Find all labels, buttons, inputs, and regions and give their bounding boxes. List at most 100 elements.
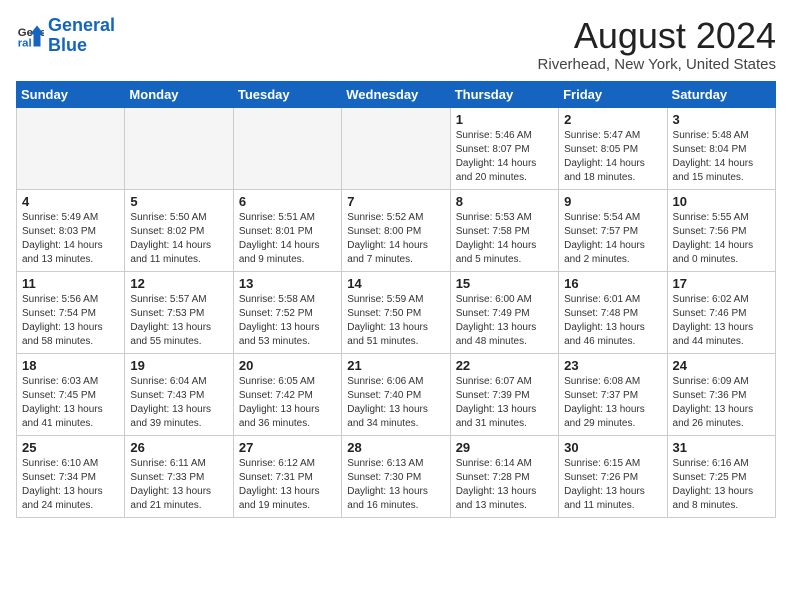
weekday-header-tuesday: Tuesday [233,81,341,107]
cell-text: Sunrise: 5:48 AMSunset: 8:04 PMDaylight:… [673,129,770,185]
cell-text: Sunrise: 6:10 AMSunset: 7:34 PMDaylight:… [22,457,119,513]
day-number: 4 [22,194,119,209]
day-number: 9 [564,194,661,209]
day-cell-22: 22 Sunrise: 6:07 AMSunset: 7:39 PMDayligh… [450,353,558,435]
svg-text:ral: ral [18,37,32,49]
day-cell-3: 3 Sunrise: 5:48 AMSunset: 8:04 PMDaylight… [667,107,775,189]
cell-text: Sunrise: 5:53 AMSunset: 7:58 PMDaylight:… [456,211,553,267]
day-cell-11: 11 Sunrise: 5:56 AMSunset: 7:54 PMDayligh… [17,271,125,353]
day-number: 28 [347,440,444,455]
day-number: 15 [456,276,553,291]
day-number: 12 [130,276,227,291]
cell-text: Sunrise: 6:03 AMSunset: 7:45 PMDaylight:… [22,375,119,431]
cell-text: Sunrise: 5:52 AMSunset: 8:00 PMDaylight:… [347,211,444,267]
day-number: 29 [456,440,553,455]
day-cell-16: 16 Sunrise: 6:01 AMSunset: 7:48 PMDayligh… [559,271,667,353]
day-cell-1: 1 Sunrise: 5:46 AMSunset: 8:07 PMDaylight… [450,107,558,189]
day-number: 27 [239,440,336,455]
cell-text: Sunrise: 6:01 AMSunset: 7:48 PMDaylight:… [564,293,661,349]
day-cell-15: 15 Sunrise: 6:00 AMSunset: 7:49 PMDayligh… [450,271,558,353]
day-number: 17 [673,276,770,291]
day-number: 2 [564,112,661,127]
cell-text: Sunrise: 6:11 AMSunset: 7:33 PMDaylight:… [130,457,227,513]
calendar-table: SundayMondayTuesdayWednesdayThursdayFrid… [16,81,776,518]
cell-text: Sunrise: 6:13 AMSunset: 7:30 PMDaylight:… [347,457,444,513]
cell-text: Sunrise: 6:08 AMSunset: 7:37 PMDaylight:… [564,375,661,431]
cell-text: Sunrise: 5:46 AMSunset: 8:07 PMDaylight:… [456,129,553,185]
day-number: 19 [130,358,227,373]
day-cell-13: 13 Sunrise: 5:58 AMSunset: 7:52 PMDayligh… [233,271,341,353]
cell-text: Sunrise: 6:07 AMSunset: 7:39 PMDaylight:… [456,375,553,431]
day-cell-23: 23 Sunrise: 6:08 AMSunset: 7:37 PMDayligh… [559,353,667,435]
cell-text: Sunrise: 5:55 AMSunset: 7:56 PMDaylight:… [673,211,770,267]
empty-cell [233,107,341,189]
day-number: 31 [673,440,770,455]
day-number: 6 [239,194,336,209]
day-number: 11 [22,276,119,291]
weekday-header-row: SundayMondayTuesdayWednesdayThursdayFrid… [17,81,776,107]
day-number: 1 [456,112,553,127]
day-cell-14: 14Sunrise: 5:59 AMSunset: 7:50 PMDayligh… [342,271,450,353]
day-cell-9: 9 Sunrise: 5:54 AMSunset: 7:57 PMDaylight… [559,189,667,271]
day-cell-5: 5 Sunrise: 5:50 AMSunset: 8:02 PMDaylight… [125,189,233,271]
day-cell-2: 2 Sunrise: 5:47 AMSunset: 8:05 PMDaylight… [559,107,667,189]
day-cell-29: 29Sunrise: 6:14 AMSunset: 7:28 PMDayligh… [450,435,558,517]
location-title: Riverhead, New York, United States [538,56,776,73]
weekday-header-monday: Monday [125,81,233,107]
title-block: August 2024 Riverhead, New York, United … [538,16,776,73]
day-number: 8 [456,194,553,209]
page-header: Gene ral General Blue August 2024 Riverh… [16,16,776,73]
logo: Gene ral General Blue [16,16,115,56]
week-row-1: 1 Sunrise: 5:46 AMSunset: 8:07 PMDaylight… [17,107,776,189]
cell-text: Sunrise: 6:12 AMSunset: 7:31 PMDaylight:… [239,457,336,513]
day-cell-7: 7 Sunrise: 5:52 AMSunset: 8:00 PMDaylight… [342,189,450,271]
empty-cell [17,107,125,189]
cell-text: Sunrise: 6:05 AMSunset: 7:42 PMDaylight:… [239,375,336,431]
day-cell-10: 10 Sunrise: 5:55 AMSunset: 7:56 PMDayligh… [667,189,775,271]
day-number: 22 [456,358,553,373]
cell-text: Sunrise: 5:57 AMSunset: 7:53 PMDaylight:… [130,293,227,349]
weekday-header-wednesday: Wednesday [342,81,450,107]
weekday-header-friday: Friday [559,81,667,107]
day-number: 5 [130,194,227,209]
day-cell-31: 31 Sunrise: 6:16 AMSunset: 7:25 PMDayligh… [667,435,775,517]
cell-text: Sunrise: 6:04 AMSunset: 7:43 PMDaylight:… [130,375,227,431]
day-number: 3 [673,112,770,127]
week-row-4: 18 Sunrise: 6:03 AMSunset: 7:45 PMDayligh… [17,353,776,435]
day-cell-19: 19 Sunrise: 6:04 AMSunset: 7:43 PMDayligh… [125,353,233,435]
day-cell-21: 21Sunrise: 6:06 AMSunset: 7:40 PMDayligh… [342,353,450,435]
day-cell-6: 6Sunrise: 5:51 AMSunset: 8:01 PMDaylight… [233,189,341,271]
week-row-3: 11 Sunrise: 5:56 AMSunset: 7:54 PMDayligh… [17,271,776,353]
cell-text: Sunrise: 5:58 AMSunset: 7:52 PMDaylight:… [239,293,336,349]
cell-text: Sunrise: 5:54 AMSunset: 7:57 PMDaylight:… [564,211,661,267]
empty-cell [342,107,450,189]
day-cell-26: 26Sunrise: 6:11 AMSunset: 7:33 PMDayligh… [125,435,233,517]
cell-text: Sunrise: 6:00 AMSunset: 7:49 PMDaylight:… [456,293,553,349]
day-number: 10 [673,194,770,209]
logo-text-line1: General [48,16,115,36]
empty-cell [125,107,233,189]
cell-text: Sunrise: 6:09 AMSunset: 7:36 PMDaylight:… [673,375,770,431]
cell-text: Sunrise: 5:47 AMSunset: 8:05 PMDaylight:… [564,129,661,185]
day-number: 16 [564,276,661,291]
cell-text: Sunrise: 5:50 AMSunset: 8:02 PMDaylight:… [130,211,227,267]
cell-text: Sunrise: 6:16 AMSunset: 7:25 PMDaylight:… [673,457,770,513]
day-number: 24 [673,358,770,373]
day-cell-12: 12 Sunrise: 5:57 AMSunset: 7:53 PMDayligh… [125,271,233,353]
logo-text-line2: Blue [48,36,115,56]
day-number: 7 [347,194,444,209]
day-number: 20 [239,358,336,373]
cell-text: Sunrise: 5:59 AMSunset: 7:50 PMDaylight:… [347,293,444,349]
day-cell-24: 24 Sunrise: 6:09 AMSunset: 7:36 PMDayligh… [667,353,775,435]
cell-text: Sunrise: 6:06 AMSunset: 7:40 PMDaylight:… [347,375,444,431]
day-number: 18 [22,358,119,373]
cell-text: Sunrise: 5:49 AMSunset: 8:03 PMDaylight:… [22,211,119,267]
day-number: 30 [564,440,661,455]
weekday-header-saturday: Saturday [667,81,775,107]
cell-text: Sunrise: 5:56 AMSunset: 7:54 PMDaylight:… [22,293,119,349]
logo-icon: Gene ral [16,22,44,50]
day-cell-4: 4 Sunrise: 5:49 AMSunset: 8:03 PMDaylight… [17,189,125,271]
day-number: 23 [564,358,661,373]
day-number: 13 [239,276,336,291]
cell-text: Sunrise: 6:15 AMSunset: 7:26 PMDaylight:… [564,457,661,513]
